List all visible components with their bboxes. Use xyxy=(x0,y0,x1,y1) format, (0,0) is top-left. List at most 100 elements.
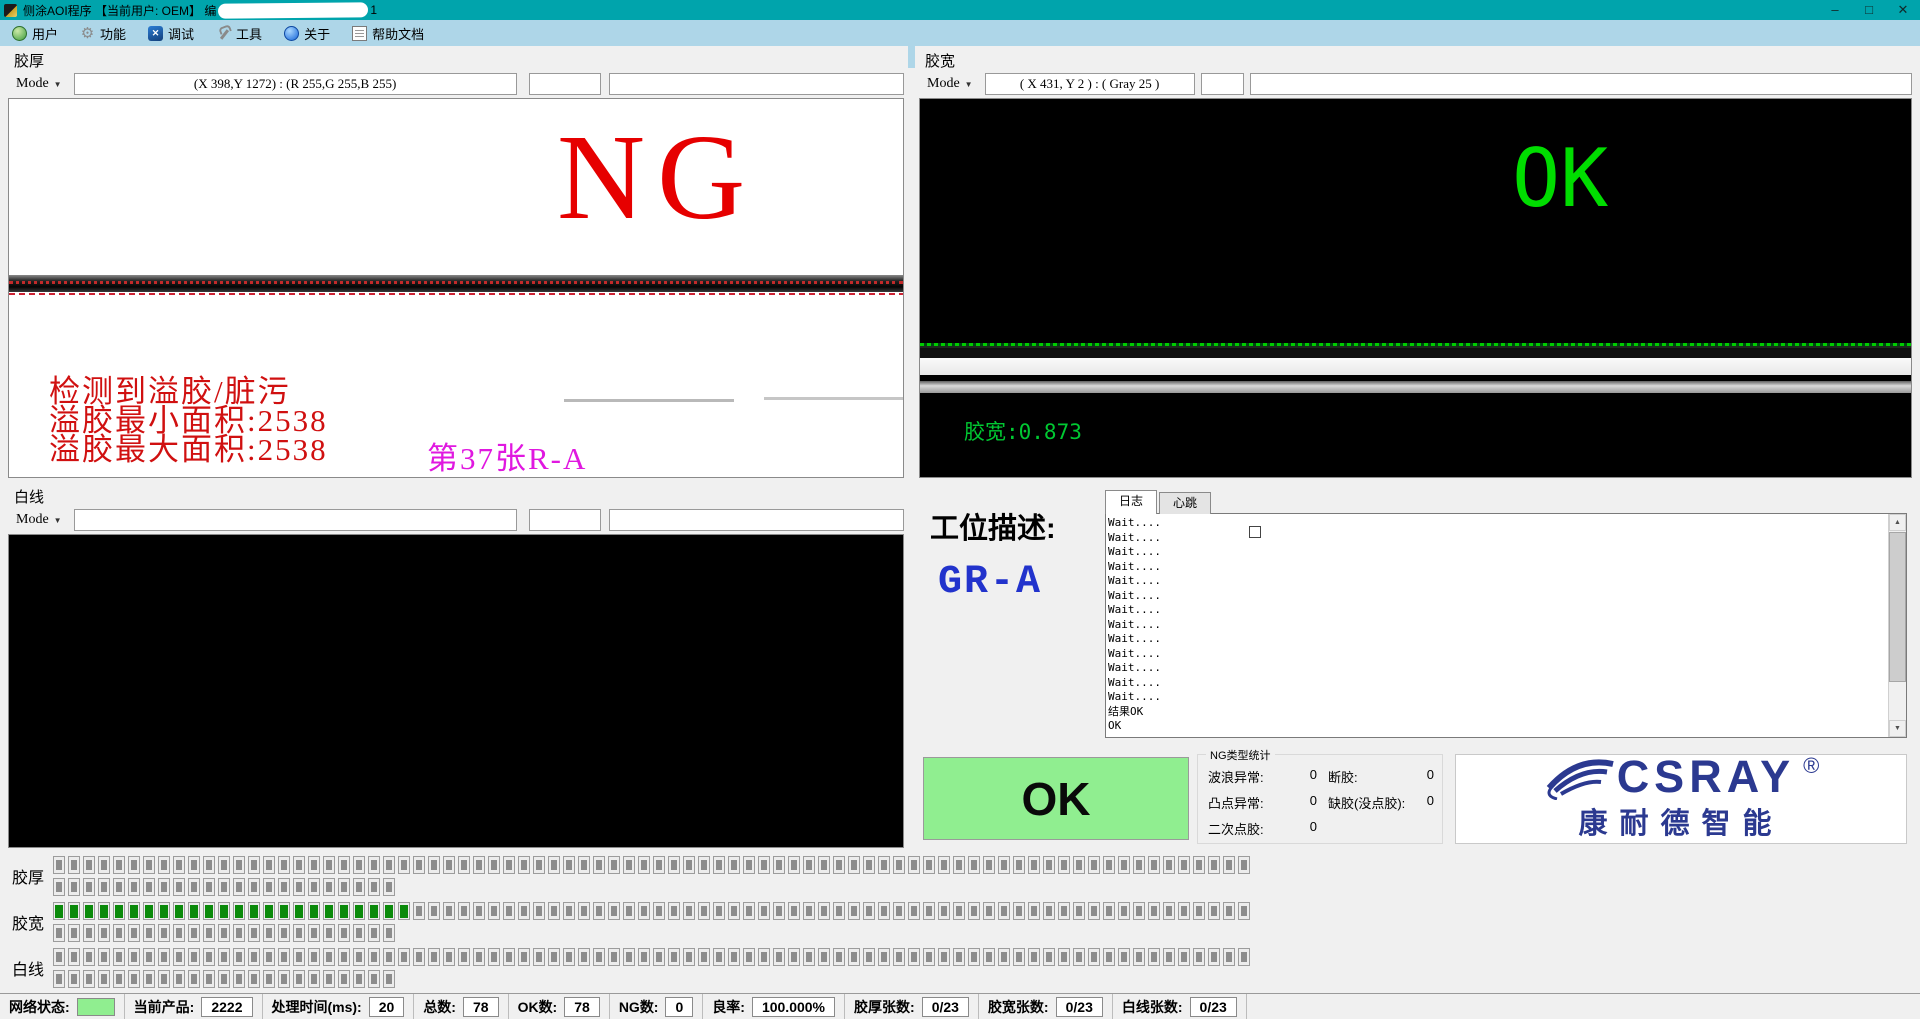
indicator-square xyxy=(848,856,860,874)
indicator-square xyxy=(998,948,1010,966)
indicator-square xyxy=(188,924,200,942)
indicator-square xyxy=(173,902,185,920)
indicator-square xyxy=(653,948,665,966)
jiaokuan-mode-dropdown[interactable]: Mode▼ xyxy=(919,76,979,92)
log-entry: Wait.... xyxy=(1108,676,1887,691)
indicator-square xyxy=(68,856,80,874)
indicator-square xyxy=(728,856,740,874)
jiaohou-mode-dropdown[interactable]: Mode▼ xyxy=(8,76,68,92)
log-checkbox[interactable] xyxy=(1249,526,1261,538)
minimize-button[interactable]: – xyxy=(1818,0,1852,20)
indicator-square xyxy=(308,902,320,920)
panel-divider xyxy=(908,46,915,68)
indicator-square xyxy=(338,948,350,966)
status-label: 白线张数: xyxy=(1122,997,1183,1017)
station-description-value: GR-A xyxy=(938,560,1042,605)
indicator-square xyxy=(308,924,320,942)
ng-stat-item: 波浪异常:0 xyxy=(1208,767,1323,786)
overall-result-button[interactable]: OK xyxy=(923,757,1189,840)
maximize-button[interactable]: □ xyxy=(1852,0,1886,20)
status-network: 网络状态: xyxy=(0,994,125,1019)
status-value: 0/23 xyxy=(1190,997,1237,1017)
indicator-square xyxy=(323,970,335,988)
status-value: 2222 xyxy=(201,997,252,1017)
status-value: 78 xyxy=(463,997,499,1017)
status-process-time: 处理时间(ms):20 xyxy=(263,994,415,1019)
indicator-square xyxy=(158,856,170,874)
indicator-square xyxy=(713,948,725,966)
indicator-square xyxy=(113,948,125,966)
menu-item-about[interactable]: 关于 xyxy=(278,22,342,44)
indicator-square xyxy=(278,856,290,874)
status-total-count: 总数:78 xyxy=(414,994,508,1019)
close-button[interactable]: ✕ xyxy=(1886,0,1920,20)
indicator-square xyxy=(218,856,230,874)
menu-item-user[interactable]: 用户 xyxy=(6,22,70,44)
indicator-square xyxy=(203,878,215,896)
indicator-square xyxy=(1148,856,1160,874)
status-ok-count: OK数:78 xyxy=(509,994,610,1019)
indicator-square xyxy=(533,948,545,966)
indicator-square xyxy=(278,902,290,920)
indicator-square xyxy=(188,878,200,896)
ng-stat-value: 0 xyxy=(1310,819,1323,838)
indicator-square xyxy=(263,856,275,874)
indicator-row xyxy=(53,924,1920,942)
indicator-square xyxy=(323,856,335,874)
log-list[interactable]: Wait....Wait....Wait....Wait....Wait....… xyxy=(1108,516,1887,735)
jiaohou-field-small xyxy=(529,73,601,95)
baixian-mode-dropdown[interactable]: Mode▼ xyxy=(8,512,68,528)
glue-width-stripes xyxy=(920,343,1911,393)
scroll-up-icon[interactable]: ▲ xyxy=(1889,514,1906,531)
scrollbar-thumb[interactable] xyxy=(1889,532,1906,682)
indicator-square xyxy=(968,948,980,966)
indicator-square xyxy=(953,856,965,874)
indicator-square xyxy=(68,878,80,896)
indicator-square xyxy=(938,902,950,920)
indicator-square xyxy=(83,970,95,988)
ng-stat-item: 缺胶(没点胶):0 xyxy=(1328,793,1440,812)
indicator-square xyxy=(293,902,305,920)
logo-swoosh-icon xyxy=(1543,756,1617,800)
tab-log[interactable]: 日志 xyxy=(1105,490,1157,514)
indicator-square xyxy=(53,902,65,920)
baixian-coord-display xyxy=(74,509,517,531)
menu-item-help[interactable]: 帮助文档 xyxy=(346,22,436,44)
indicator-square xyxy=(638,856,650,874)
indicator-square xyxy=(173,948,185,966)
indicator-square xyxy=(128,878,140,896)
menu-item-label: 调试 xyxy=(168,24,194,43)
indicator-square xyxy=(608,856,620,874)
indicator-square xyxy=(413,902,425,920)
indicator-square xyxy=(428,902,440,920)
indicator-square xyxy=(263,970,275,988)
log-scrollbar[interactable]: ▲ ▼ xyxy=(1888,514,1906,737)
status-bar: 网络状态: 当前产品:2222处理时间(ms):20总数:78OK数:78NG数… xyxy=(0,993,1920,1019)
indicator-square xyxy=(818,856,830,874)
indicator-square xyxy=(368,970,380,988)
indicator-square xyxy=(1163,856,1175,874)
menu-item-debug[interactable]: 调试 xyxy=(142,22,206,44)
tab-heartbeat[interactable]: 心跳 xyxy=(1159,492,1211,514)
indicator-square xyxy=(1013,856,1025,874)
indicator-square xyxy=(278,948,290,966)
jiaohou-field-long xyxy=(609,73,904,95)
indicator-square xyxy=(1073,948,1085,966)
indicator-square xyxy=(1118,948,1130,966)
indicator-square xyxy=(1088,902,1100,920)
scroll-down-icon[interactable]: ▼ xyxy=(1889,720,1906,737)
indicator-square xyxy=(863,902,875,920)
menu-item-tools[interactable]: 工具 xyxy=(210,22,274,44)
indicator-square xyxy=(1148,902,1160,920)
status-value: 0/23 xyxy=(1056,997,1103,1017)
menu-item-function[interactable]: 功能 xyxy=(74,22,138,44)
indicator-square xyxy=(1148,948,1160,966)
indicator-square xyxy=(1043,948,1055,966)
jiaokuan-image-view: OK 胶宽:0.873 xyxy=(919,98,1912,478)
indicator-square xyxy=(578,856,590,874)
panel-jiaohou-title: 胶厚 xyxy=(4,48,908,70)
indicator-square xyxy=(83,902,95,920)
indicator-square xyxy=(548,948,560,966)
indicator-row xyxy=(53,878,1920,896)
indicator-square xyxy=(203,856,215,874)
